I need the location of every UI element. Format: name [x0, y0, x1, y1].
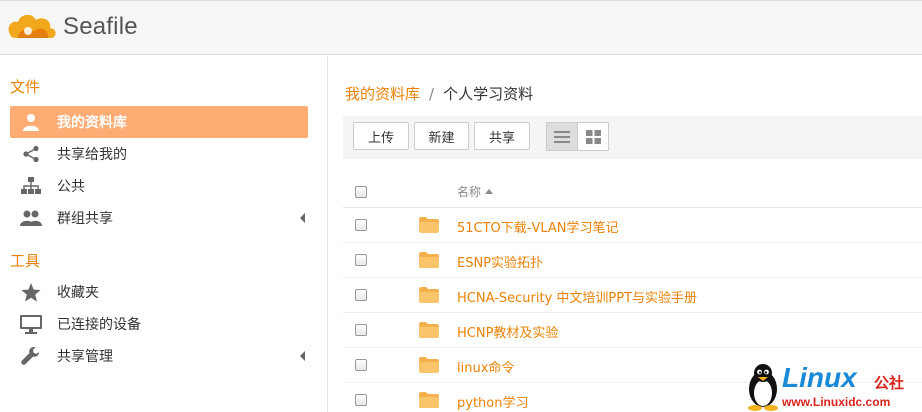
- folder-name-link[interactable]: linux命令: [457, 357, 514, 376]
- sidebar: 文件 我的资料库 共享给我的 公共 群组共享 工具 收藏夹 已连接的设备 共享管…: [0, 56, 328, 412]
- sidebar-item-label: 群组共享: [57, 211, 113, 227]
- breadcrumb: 我的资料库 / 个人学习资料: [345, 83, 533, 104]
- folder-icon: [419, 252, 439, 272]
- sidebar-item-shared-with-me[interactable]: 共享给我的: [10, 138, 308, 170]
- folder-name-link[interactable]: HCNA-Security 中文培训PPT与实验手册: [457, 287, 697, 306]
- sidebar-item-label: 收藏夹: [57, 285, 99, 301]
- new-button[interactable]: 新建: [414, 122, 469, 150]
- tux-penguin-icon: [748, 364, 778, 411]
- group-icon: [17, 202, 45, 234]
- row-checkbox[interactable]: [355, 359, 367, 371]
- files-section-title: 文件: [10, 78, 41, 96]
- share-icon: [17, 138, 45, 170]
- sidebar-item-share-admin[interactable]: 共享管理: [10, 340, 308, 372]
- breadcrumb-current: 个人学习资料: [443, 85, 534, 103]
- org-chart-icon: [17, 170, 45, 202]
- breadcrumb-separator: /: [429, 84, 435, 103]
- expand-caret-icon[interactable]: [300, 351, 305, 361]
- table-row[interactable]: HCNP教材及实验: [343, 313, 922, 348]
- folder-name-link[interactable]: 51CTO下载-VLAN学习笔记: [457, 217, 619, 236]
- seafile-logo[interactable]: Seafile: [6, 10, 138, 44]
- sidebar-item-label: 共享给我的: [57, 147, 127, 163]
- grid-view-icon: [585, 129, 601, 144]
- grid-view-button[interactable]: [577, 122, 609, 151]
- sidebar-item-favorites[interactable]: 收藏夹: [10, 276, 308, 308]
- toolbar: 上传 新建 共享: [343, 116, 922, 159]
- row-checkbox[interactable]: [355, 254, 367, 266]
- table-row[interactable]: HCNA-Security 中文培训PPT与实验手册: [343, 278, 922, 313]
- watermark-url: www.Linuxidc.com: [782, 395, 891, 409]
- row-checkbox[interactable]: [355, 219, 367, 231]
- folder-name-link[interactable]: HCNP教材及实验: [457, 322, 558, 341]
- star-icon: [17, 276, 45, 308]
- sidebar-item-label: 共享管理: [57, 349, 113, 365]
- folder-icon: [419, 322, 439, 342]
- folder-name-link[interactable]: ESNP实验拓扑: [457, 252, 543, 271]
- sidebar-item-my-libraries[interactable]: 我的资料库: [10, 106, 308, 138]
- share-button[interactable]: 共享: [474, 122, 530, 150]
- sidebar-item-label: 公共: [57, 179, 85, 195]
- folder-icon: [419, 287, 439, 307]
- app-name: Seafile: [63, 13, 138, 40]
- sidebar-item-public[interactable]: 公共: [10, 170, 308, 202]
- folder-icon: [419, 357, 439, 377]
- sidebar-item-linked-devices[interactable]: 已连接的设备: [10, 308, 308, 340]
- breadcrumb-library-link[interactable]: 我的资料库: [345, 83, 420, 104]
- row-checkbox[interactable]: [355, 289, 367, 301]
- user-icon: [17, 106, 45, 138]
- sidebar-item-group-share[interactable]: 群组共享: [10, 202, 308, 234]
- seafile-logo-icon: [8, 14, 56, 38]
- linux-gongshe-watermark: Linux 公社 www.Linuxidc.com: [746, 362, 922, 412]
- tools-section-title: 工具: [10, 252, 41, 270]
- name-column-header[interactable]: 名称: [457, 183, 494, 200]
- select-all-checkbox[interactable]: [355, 186, 367, 198]
- table-row[interactable]: ESNP实验拓扑: [343, 243, 922, 278]
- top-header: Seafile: [0, 0, 922, 55]
- folder-name-link[interactable]: python学习: [457, 392, 528, 411]
- upload-button[interactable]: 上传: [353, 122, 409, 150]
- list-view-button[interactable]: [546, 122, 578, 151]
- monitor-icon: [17, 308, 45, 340]
- list-view-icon: [554, 130, 570, 143]
- table-header: 名称: [343, 174, 922, 208]
- sidebar-item-label: 已连接的设备: [57, 317, 141, 333]
- folder-icon: [419, 392, 439, 412]
- row-checkbox[interactable]: [355, 394, 367, 406]
- name-column-label: 名称: [457, 185, 482, 199]
- sidebar-item-label: 我的资料库: [57, 115, 127, 131]
- watermark-suffix: 公社: [874, 374, 905, 392]
- folder-icon: [419, 217, 439, 237]
- expand-caret-icon[interactable]: [300, 213, 305, 223]
- row-checkbox[interactable]: [355, 324, 367, 336]
- table-row[interactable]: 51CTO下载-VLAN学习笔记: [343, 208, 922, 243]
- wrench-icon: [17, 340, 45, 372]
- main-content: 我的资料库 / 个人学习资料 上传 新建 共享 名称 51CTO下载-VLAN学…: [329, 56, 922, 412]
- sort-ascending-icon: [485, 189, 494, 194]
- watermark-title: Linux: [782, 362, 857, 393]
